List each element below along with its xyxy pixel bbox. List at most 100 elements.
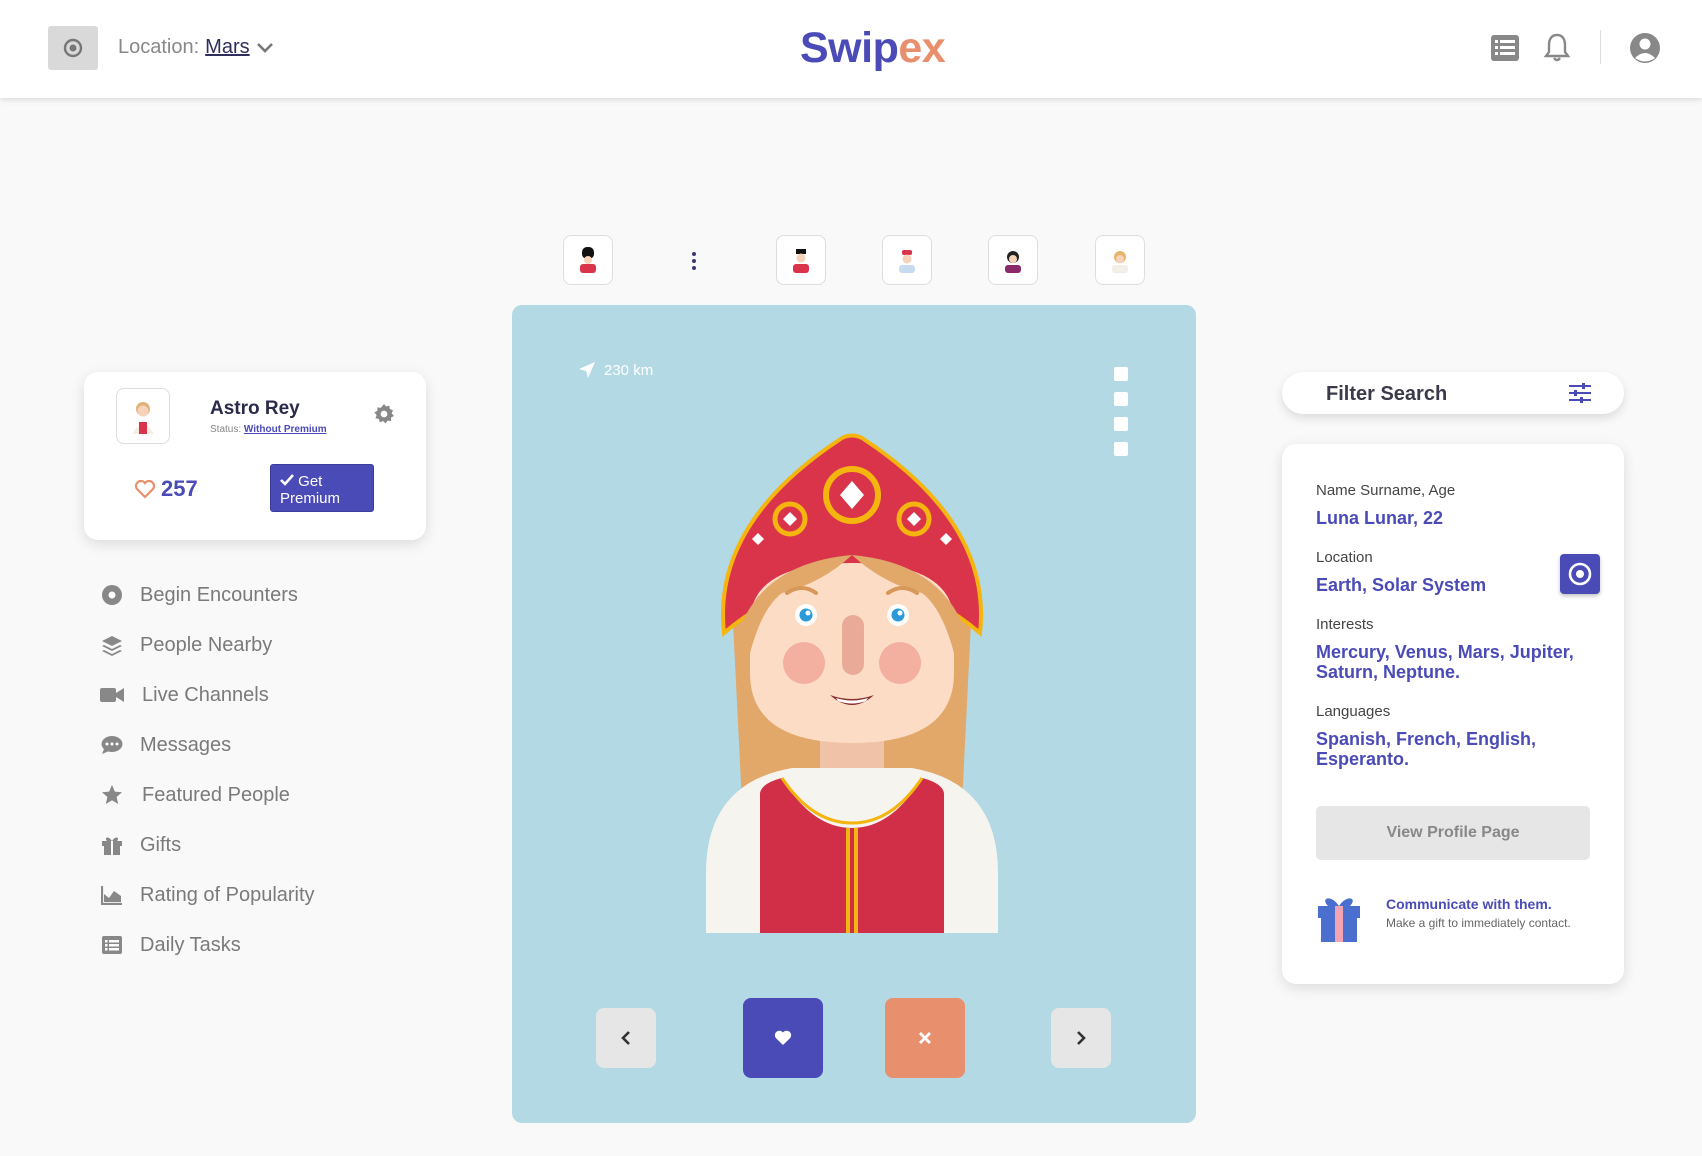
logo-part2: ex [898, 24, 946, 72]
chevron-down-icon[interactable] [256, 42, 274, 54]
avatar-boy-red-hat-icon [899, 250, 915, 273]
filter-search-label: Filter Search [1326, 383, 1448, 405]
photo-pager[interactable] [1114, 367, 1128, 467]
check-badge-icon [280, 474, 294, 486]
sidebar-label: Messages [140, 733, 232, 756]
sidebar-label: Featured People [142, 783, 290, 806]
pager-dot[interactable] [1114, 392, 1128, 406]
get-premium-button[interactable]: Get Premium [270, 464, 374, 512]
sidebar-item-daily-tasks[interactable]: Daily Tasks [100, 930, 420, 960]
gift-icon [100, 833, 124, 857]
layers-icon [100, 633, 124, 657]
location-value[interactable]: Mars [205, 36, 249, 59]
circle-dot-icon [100, 583, 124, 607]
thumbnail-5[interactable] [1095, 235, 1145, 285]
list-view-button[interactable] [1488, 30, 1522, 66]
location-selector[interactable]: Location: Mars [118, 36, 274, 59]
status-value[interactable]: Without Premium [244, 424, 327, 435]
gift-subtitle: Make a gift to immediately contact. [1386, 916, 1571, 930]
avatar-girl-dark-hair-icon [1005, 251, 1021, 273]
video-camera-icon [100, 683, 124, 707]
target-icon [1568, 562, 1592, 586]
pager-dot[interactable] [1114, 442, 1128, 456]
location-field-label: Location [1316, 549, 1373, 566]
heart-icon [774, 1030, 792, 1045]
user-card: Astro Rey Status: Without Premium 257 Ge… [84, 372, 426, 540]
avatar-blonde-icon [1112, 251, 1128, 273]
top-header: Location: Mars Swipex [0, 0, 1702, 98]
header-divider [1600, 30, 1601, 64]
location-label: Location: [118, 36, 200, 58]
avatar-king-icon [793, 249, 809, 273]
dislike-button[interactable] [885, 998, 965, 1078]
sidebar-label: Begin Encounters [140, 583, 298, 606]
area-chart-icon [100, 883, 124, 907]
status-label: Status: [210, 424, 242, 435]
avatar-guard-icon [580, 247, 596, 273]
sidebar-item-begin-encounters[interactable]: Begin Encounters [100, 580, 420, 610]
thumbnail-4[interactable] [988, 235, 1038, 285]
sidebar-label: Gifts [140, 833, 182, 856]
app-logo[interactable]: Swipex [800, 24, 946, 73]
view-profile-button[interactable]: View Profile Page [1316, 806, 1590, 860]
profile-portrait [706, 433, 998, 933]
location-field-value: Earth, Solar System [1316, 575, 1487, 595]
account-button[interactable] [1628, 30, 1662, 66]
languages-field-label: Languages [1316, 703, 1391, 720]
locate-button[interactable] [48, 26, 98, 70]
sidebar-item-live-channels[interactable]: Live Channels [100, 680, 420, 710]
thumbnail-3[interactable] [882, 235, 932, 285]
star-icon [100, 783, 124, 807]
list-icon [100, 933, 124, 957]
languages-field-value: Spanish, French, English, Esperanto. [1316, 729, 1537, 769]
gear-icon[interactable] [372, 402, 396, 426]
thumbnail-2[interactable] [776, 235, 826, 285]
name-field-label: Name Surname, Age [1316, 482, 1456, 499]
chevron-left-icon [621, 1031, 630, 1045]
likes-count: 257 [161, 476, 198, 501]
profile-details-card: Name Surname, Age Luna Lunar, 22 Locatio… [1282, 444, 1624, 984]
likes-counter: 257 [134, 476, 198, 502]
location-arrow-icon [579, 362, 595, 378]
list-icon [1491, 35, 1519, 61]
user-avatar[interactable] [116, 388, 170, 444]
pager-dot[interactable] [1114, 417, 1128, 431]
locate-profile-button[interactable] [1560, 554, 1600, 594]
interests-field-value: Mercury, Venus, Mars, Jupiter, Saturn, N… [1316, 642, 1574, 682]
avatar-icon [132, 402, 154, 434]
gift-box-icon[interactable] [1316, 894, 1362, 944]
filter-search-bar[interactable]: Filter Search [1282, 372, 1624, 414]
chat-bubble-icon [100, 733, 124, 757]
sidebar-label: Rating of Popularity [140, 883, 315, 906]
sliders-icon[interactable] [1568, 382, 1592, 404]
sidebar-item-featured-people[interactable]: Featured People [100, 780, 420, 810]
next-profile-button[interactable] [1051, 1008, 1111, 1068]
sidebar-item-rating-of-popularity[interactable]: Rating of Popularity [100, 880, 420, 910]
profile-card[interactable]: 230 km [512, 305, 1196, 1123]
pager-dot[interactable] [1114, 367, 1128, 381]
close-icon [919, 1032, 931, 1044]
more-thumbnails-button[interactable] [682, 248, 706, 274]
logo-part1: Swip [800, 24, 899, 72]
like-button[interactable] [743, 998, 823, 1078]
sidebar-label: Daily Tasks [140, 933, 241, 956]
sidebar-item-people-nearby[interactable]: People Nearby [100, 630, 420, 660]
interests-field-label: Interests [1316, 616, 1374, 633]
target-icon [63, 38, 83, 58]
user-name: Astro Rey [210, 398, 300, 419]
distance-value: 230 km [604, 361, 654, 379]
distance-indicator: 230 km [578, 361, 653, 379]
sidebar-label: Live Channels [142, 683, 269, 706]
sidebar-item-gifts[interactable]: Gifts [100, 830, 420, 860]
user-circle-icon [1630, 33, 1660, 63]
bell-icon [1543, 33, 1571, 62]
user-status: Status: Without Premium [210, 424, 327, 435]
notifications-button[interactable] [1540, 30, 1574, 66]
heart-outline-icon [134, 479, 156, 499]
thumbnail-1[interactable] [563, 235, 613, 285]
sidebar-label: People Nearby [140, 633, 273, 656]
gift-title[interactable]: Communicate with them. [1386, 896, 1552, 912]
sidebar-item-messages[interactable]: Messages [100, 730, 420, 760]
previous-profile-button[interactable] [596, 1008, 656, 1068]
chevron-right-icon [1077, 1031, 1086, 1045]
